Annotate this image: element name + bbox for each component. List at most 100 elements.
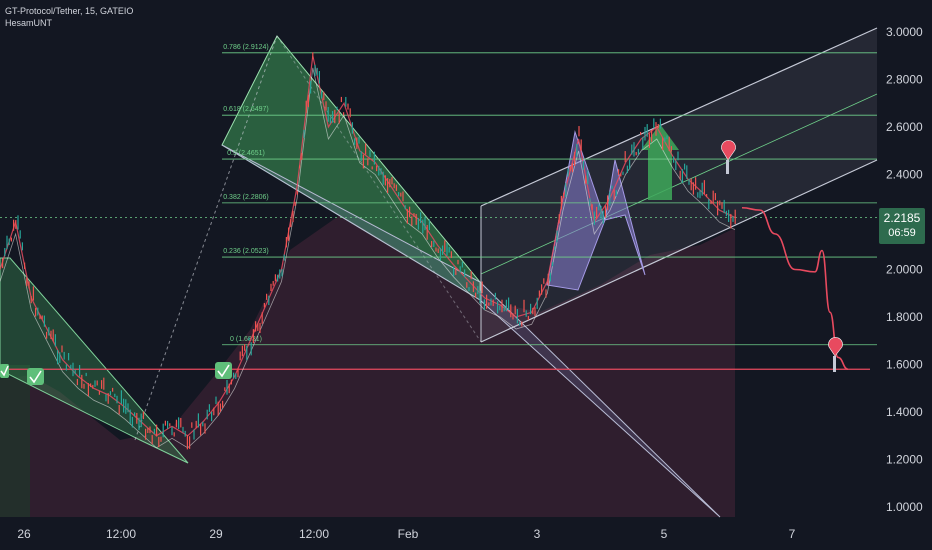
candle <box>596 206 598 219</box>
candle <box>712 190 714 204</box>
candle <box>706 194 708 198</box>
candle <box>120 390 122 405</box>
candle <box>101 380 103 389</box>
candle <box>321 91 323 99</box>
candle <box>483 299 485 311</box>
fib-level-label: 0.5 (2.4651) <box>227 150 265 157</box>
candle <box>446 243 448 256</box>
candle <box>692 182 694 195</box>
candle <box>510 304 512 318</box>
candle <box>708 199 710 210</box>
candle <box>114 393 116 398</box>
candle <box>83 383 85 389</box>
candle <box>644 126 646 141</box>
candle <box>426 224 428 240</box>
candle <box>15 219 17 229</box>
candle <box>734 209 736 225</box>
candle <box>703 180 705 194</box>
candle <box>59 352 61 363</box>
candle <box>171 426 173 436</box>
price-chart[interactable]: 0.786 (2.9124) 0.618 (2.6497) 0.5 (2.4651)… <box>0 0 932 550</box>
y-tick-label: 2.0000 <box>886 263 923 277</box>
candle <box>98 390 100 395</box>
candle <box>593 211 595 226</box>
candle <box>472 281 474 293</box>
candle <box>310 80 312 94</box>
candle <box>272 280 274 286</box>
candle <box>675 160 677 171</box>
candle <box>369 150 371 157</box>
candle <box>87 383 89 397</box>
candle <box>354 138 356 145</box>
candle <box>349 108 351 118</box>
candle <box>455 267 457 275</box>
candle <box>723 199 725 214</box>
candle <box>285 236 287 248</box>
candle <box>65 364 67 371</box>
candle <box>182 426 184 433</box>
candle <box>92 384 94 389</box>
candle <box>32 286 34 301</box>
candle <box>615 190 617 197</box>
candle <box>8 238 10 245</box>
candle <box>211 411 213 422</box>
candle <box>563 192 565 199</box>
candle <box>488 302 490 306</box>
candle <box>607 195 609 211</box>
y-tick-label: 1.2000 <box>886 453 923 467</box>
candle <box>677 151 679 161</box>
candle <box>360 151 362 162</box>
candle <box>257 323 259 331</box>
y-tick-label: 1.0000 <box>886 500 923 514</box>
candle <box>560 195 562 210</box>
candle <box>26 277 28 287</box>
candle <box>255 321 257 332</box>
candle <box>569 166 571 171</box>
candle <box>195 420 197 429</box>
candle <box>376 165 378 172</box>
candle <box>296 190 298 195</box>
candle <box>384 175 386 186</box>
candle <box>52 329 54 342</box>
candle <box>268 295 270 306</box>
candle <box>543 278 545 284</box>
x-tick-label: 12:00 <box>299 527 329 541</box>
candle <box>633 142 635 157</box>
candle <box>131 416 133 428</box>
candle <box>505 299 507 312</box>
candle <box>532 307 534 315</box>
candle <box>301 152 303 160</box>
candle <box>200 423 202 436</box>
candle <box>673 156 675 163</box>
candle <box>406 209 408 224</box>
candle <box>538 290 540 297</box>
candle <box>228 383 230 394</box>
candle <box>651 129 653 142</box>
candle <box>389 179 391 188</box>
candle <box>13 219 15 231</box>
candle <box>365 143 367 155</box>
candle <box>299 165 301 169</box>
candle <box>477 286 479 295</box>
candle <box>4 247 6 257</box>
candle <box>347 103 349 110</box>
candle <box>453 266 455 277</box>
y-tick-label: 2.6000 <box>886 120 923 134</box>
candle <box>169 423 171 427</box>
checkmark-icon <box>27 368 44 385</box>
candle <box>202 421 204 427</box>
candle <box>160 436 162 442</box>
candle <box>576 143 578 157</box>
fib-level-label: 0.382 (2.2806) <box>223 194 269 201</box>
candle <box>468 287 470 292</box>
last-price-label: 2.2185 06:59 <box>879 208 925 244</box>
candle <box>457 259 459 265</box>
candle <box>508 297 510 310</box>
x-tick-label: 12:00 <box>106 527 136 541</box>
candle <box>17 215 19 230</box>
candle <box>288 227 290 241</box>
candle <box>356 137 358 149</box>
candle <box>336 106 338 110</box>
candle <box>70 364 72 369</box>
candle <box>598 204 600 211</box>
